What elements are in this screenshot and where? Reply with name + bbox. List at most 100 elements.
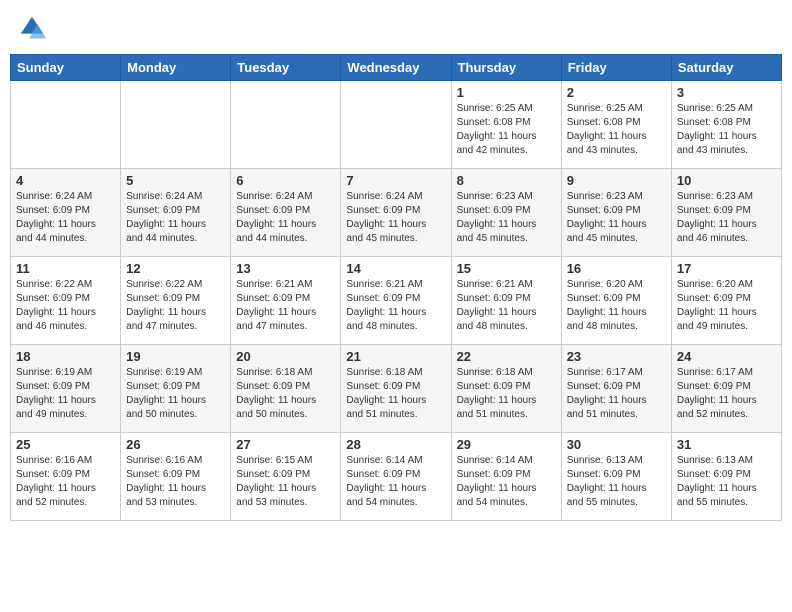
day-number: 29 — [457, 437, 556, 452]
day-number: 16 — [567, 261, 666, 276]
day-cell: 10 Sunrise: 6:23 AM Sunset: 6:09 PM Dayli… — [671, 169, 781, 257]
day-cell: 23 Sunrise: 6:17 AM Sunset: 6:09 PM Dayli… — [561, 345, 671, 433]
calendar-body: 1 Sunrise: 6:25 AM Sunset: 6:08 PM Daylig… — [11, 81, 782, 521]
day-cell: 14 Sunrise: 6:21 AM Sunset: 6:09 PM Dayli… — [341, 257, 451, 345]
day-cell: 31Sunrise: 6:13 AM Sunset: 6:09 PM Dayli… — [671, 433, 781, 521]
day-cell — [11, 81, 121, 169]
day-number: 5 — [126, 173, 225, 188]
day-cell: 22 Sunrise: 6:18 AM Sunset: 6:09 PM Dayli… — [451, 345, 561, 433]
day-header-wednesday: Wednesday — [341, 55, 451, 81]
week-row-3: 18 Sunrise: 6:19 AM Sunset: 6:09 PM Dayli… — [11, 345, 782, 433]
day-info: Sunrise: 6:15 AM Sunset: 6:09 PM Dayligh… — [236, 454, 335, 510]
day-number: 14 — [346, 261, 445, 276]
day-info: Sunrise: 6:18 AM Sunset: 6:09 PM Dayligh… — [236, 366, 335, 422]
day-cell: 8 Sunrise: 6:23 AM Sunset: 6:09 PM Daylig… — [451, 169, 561, 257]
logo-icon — [18, 14, 46, 42]
day-info: Sunrise: 6:24 AM Sunset: 6:09 PM Dayligh… — [236, 190, 335, 246]
day-number: 26 — [126, 437, 225, 452]
day-header-monday: Monday — [121, 55, 231, 81]
day-info: Sunrise: 6:17 AM Sunset: 6:09 PM Dayligh… — [677, 366, 776, 422]
day-info: Sunrise: 6:25 AM Sunset: 6:08 PM Dayligh… — [677, 102, 776, 158]
page-header — [10, 10, 782, 46]
day-cell: 27 Sunrise: 6:15 AM Sunset: 6:09 PM Dayli… — [231, 433, 341, 521]
day-cell: 26Sunrise: 6:16 AM Sunset: 6:09 PM Dayli… — [121, 433, 231, 521]
day-info: Sunrise: 6:22 AM Sunset: 6:09 PM Dayligh… — [16, 278, 115, 334]
day-cell: 11 Sunrise: 6:22 AM Sunset: 6:09 PM Dayli… — [11, 257, 121, 345]
day-number: 3 — [677, 85, 776, 100]
day-cell: 13 Sunrise: 6:21 AM Sunset: 6:09 PM Dayli… — [231, 257, 341, 345]
day-number: 1 — [457, 85, 556, 100]
day-cell: 17 Sunrise: 6:20 AM Sunset: 6:09 PM Dayli… — [671, 257, 781, 345]
day-info: Sunrise: 6:20 AM Sunset: 6:09 PM Dayligh… — [567, 278, 666, 334]
day-number: 4 — [16, 173, 115, 188]
day-cell: 12 Sunrise: 6:22 AM Sunset: 6:09 PM Dayli… — [121, 257, 231, 345]
day-cell — [231, 81, 341, 169]
day-info: Sunrise: 6:23 AM Sunset: 6:09 PM Dayligh… — [677, 190, 776, 246]
day-cell: 24Sunrise: 6:17 AM Sunset: 6:09 PM Dayli… — [671, 345, 781, 433]
day-number: 15 — [457, 261, 556, 276]
day-info: Sunrise: 6:19 AM Sunset: 6:09 PM Dayligh… — [126, 366, 225, 422]
day-number: 21 — [346, 349, 445, 364]
day-number: 7 — [346, 173, 445, 188]
day-info: Sunrise: 6:13 AM Sunset: 6:09 PM Dayligh… — [567, 454, 666, 510]
day-info: Sunrise: 6:18 AM Sunset: 6:09 PM Dayligh… — [346, 366, 445, 422]
day-number: 12 — [126, 261, 225, 276]
day-cell: 20Sunrise: 6:18 AM Sunset: 6:09 PM Dayli… — [231, 345, 341, 433]
header-row: SundayMondayTuesdayWednesdayThursdayFrid… — [11, 55, 782, 81]
day-number: 10 — [677, 173, 776, 188]
day-header-thursday: Thursday — [451, 55, 561, 81]
day-cell — [341, 81, 451, 169]
day-number: 9 — [567, 173, 666, 188]
day-cell: 2 Sunrise: 6:25 AM Sunset: 6:08 PM Daylig… — [561, 81, 671, 169]
day-info: Sunrise: 6:14 AM Sunset: 6:09 PM Dayligh… — [346, 454, 445, 510]
day-number: 22 — [457, 349, 556, 364]
day-header-saturday: Saturday — [671, 55, 781, 81]
day-info: Sunrise: 6:23 AM Sunset: 6:09 PM Dayligh… — [567, 190, 666, 246]
day-cell: 30 Sunrise: 6:13 AM Sunset: 6:09 PM Dayli… — [561, 433, 671, 521]
day-info: Sunrise: 6:24 AM Sunset: 6:09 PM Dayligh… — [126, 190, 225, 246]
day-info: Sunrise: 6:13 AM Sunset: 6:09 PM Dayligh… — [677, 454, 776, 510]
logo — [18, 14, 48, 42]
day-cell: 25 Sunrise: 6:16 AM Sunset: 6:09 PM Dayli… — [11, 433, 121, 521]
day-cell — [121, 81, 231, 169]
day-info: Sunrise: 6:24 AM Sunset: 6:09 PM Dayligh… — [16, 190, 115, 246]
day-info: Sunrise: 6:21 AM Sunset: 6:09 PM Dayligh… — [236, 278, 335, 334]
day-info: Sunrise: 6:25 AM Sunset: 6:08 PM Dayligh… — [567, 102, 666, 158]
day-info: Sunrise: 6:21 AM Sunset: 6:09 PM Dayligh… — [457, 278, 556, 334]
day-number: 18 — [16, 349, 115, 364]
day-cell: 4 Sunrise: 6:24 AM Sunset: 6:09 PM Daylig… — [11, 169, 121, 257]
day-number: 13 — [236, 261, 335, 276]
day-cell: 29Sunrise: 6:14 AM Sunset: 6:09 PM Dayli… — [451, 433, 561, 521]
day-header-tuesday: Tuesday — [231, 55, 341, 81]
week-row-4: 25 Sunrise: 6:16 AM Sunset: 6:09 PM Dayli… — [11, 433, 782, 521]
day-number: 27 — [236, 437, 335, 452]
day-number: 30 — [567, 437, 666, 452]
day-number: 25 — [16, 437, 115, 452]
day-number: 2 — [567, 85, 666, 100]
week-row-0: 1 Sunrise: 6:25 AM Sunset: 6:08 PM Daylig… — [11, 81, 782, 169]
day-number: 11 — [16, 261, 115, 276]
day-info: Sunrise: 6:16 AM Sunset: 6:09 PM Dayligh… — [16, 454, 115, 510]
day-info: Sunrise: 6:18 AM Sunset: 6:09 PM Dayligh… — [457, 366, 556, 422]
day-number: 6 — [236, 173, 335, 188]
day-info: Sunrise: 6:19 AM Sunset: 6:09 PM Dayligh… — [16, 366, 115, 422]
day-number: 19 — [126, 349, 225, 364]
day-number: 8 — [457, 173, 556, 188]
day-info: Sunrise: 6:23 AM Sunset: 6:09 PM Dayligh… — [457, 190, 556, 246]
day-info: Sunrise: 6:17 AM Sunset: 6:09 PM Dayligh… — [567, 366, 666, 422]
day-cell: 5 Sunrise: 6:24 AM Sunset: 6:09 PM Daylig… — [121, 169, 231, 257]
day-cell: 15 Sunrise: 6:21 AM Sunset: 6:09 PM Dayli… — [451, 257, 561, 345]
week-row-1: 4 Sunrise: 6:24 AM Sunset: 6:09 PM Daylig… — [11, 169, 782, 257]
day-info: Sunrise: 6:21 AM Sunset: 6:09 PM Dayligh… — [346, 278, 445, 334]
day-info: Sunrise: 6:20 AM Sunset: 6:09 PM Dayligh… — [677, 278, 776, 334]
day-cell: 7 Sunrise: 6:24 AM Sunset: 6:09 PM Daylig… — [341, 169, 451, 257]
day-number: 17 — [677, 261, 776, 276]
day-cell: 1 Sunrise: 6:25 AM Sunset: 6:08 PM Daylig… — [451, 81, 561, 169]
day-cell: 9 Sunrise: 6:23 AM Sunset: 6:09 PM Daylig… — [561, 169, 671, 257]
day-info: Sunrise: 6:22 AM Sunset: 6:09 PM Dayligh… — [126, 278, 225, 334]
day-info: Sunrise: 6:25 AM Sunset: 6:08 PM Dayligh… — [457, 102, 556, 158]
day-info: Sunrise: 6:24 AM Sunset: 6:09 PM Dayligh… — [346, 190, 445, 246]
day-number: 23 — [567, 349, 666, 364]
day-cell: 28Sunrise: 6:14 AM Sunset: 6:09 PM Dayli… — [341, 433, 451, 521]
day-cell: 18 Sunrise: 6:19 AM Sunset: 6:09 PM Dayli… — [11, 345, 121, 433]
